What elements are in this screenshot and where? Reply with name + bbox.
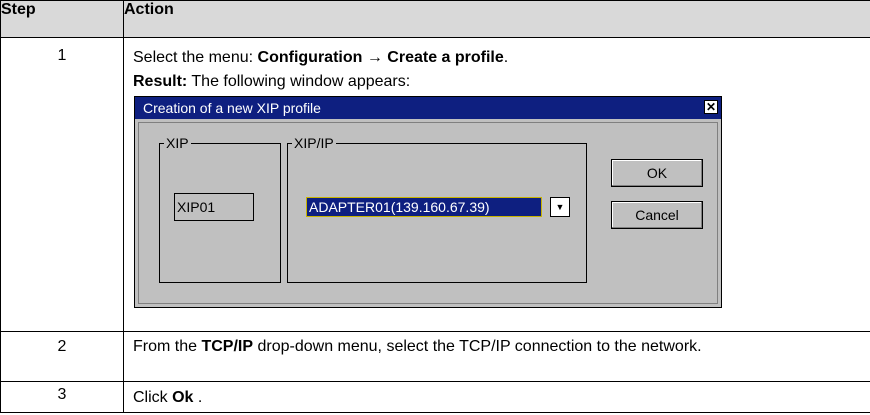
step-action: Select the menu: Configuration → Create … <box>123 37 870 332</box>
table-row: 2 From the TCP/IP drop-down menu, select… <box>0 331 870 382</box>
table-header-row: Step Action <box>0 0 870 38</box>
dialog-body: XIP XIP01 XIP/IP ADAPTER01(139.160.67.39… <box>138 122 718 304</box>
menu-configuration: Configuration <box>257 49 363 66</box>
menu-create-profile: Create a profile <box>387 49 504 66</box>
adapter-select[interactable]: ADAPTER01(139.160.67.39) <box>306 197 542 217</box>
step-number: 1 <box>0 37 124 332</box>
ok-button[interactable]: OK <box>611 159 703 187</box>
step-number: 3 <box>0 381 124 413</box>
instruction-line: Click Ok . <box>124 386 870 410</box>
profile-dialog: Creation of a new XIP profile ✕ XIP XIP0… <box>134 96 722 308</box>
table-row: 1 Select the menu: Configuration → Creat… <box>0 37 870 332</box>
dialog-titlebar: Creation of a new XIP profile ✕ <box>135 97 721 119</box>
menu-tcpip: TCP/IP <box>201 338 254 355</box>
instruction-suffix: drop-down menu, select the TCP/IP connec… <box>257 338 702 355</box>
chevron-down-icon[interactable]: ▼ <box>550 197 570 217</box>
instruction-prefix: Select the menu: <box>133 49 258 66</box>
instruction-prefix: Click <box>133 389 173 406</box>
group-xip: XIP XIP01 <box>159 135 281 283</box>
instruction-line: Select the menu: Configuration → Create … <box>124 46 870 70</box>
dialog-title: Creation of a new XIP profile <box>143 100 321 116</box>
result-label: Result: <box>133 73 188 90</box>
group-xip-legend: XIP <box>166 135 189 151</box>
header-step: Step <box>0 0 124 38</box>
step-action: Click Ok . <box>123 381 870 413</box>
table-row: 3 Click Ok . <box>0 381 870 413</box>
xip-field[interactable]: XIP01 <box>174 193 254 221</box>
group-xipip-legend: XIP/IP <box>294 135 334 151</box>
ok-reference: Ok <box>172 389 194 406</box>
instruction-suffix: . <box>503 49 509 66</box>
close-icon[interactable]: ✕ <box>704 100 718 114</box>
cancel-button[interactable]: Cancel <box>611 201 703 229</box>
result-line: Result: The following window appears: <box>124 70 870 94</box>
steps-table: Step Action 1 Select the menu: Configura… <box>0 0 870 413</box>
group-xipip: XIP/IP ADAPTER01(139.160.67.39) ▼ <box>287 135 587 283</box>
header-action: Action <box>123 0 870 38</box>
step-number: 2 <box>0 331 124 382</box>
instruction-line: From the TCP/IP drop-down menu, select t… <box>124 335 870 359</box>
instruction-suffix: . <box>193 389 203 406</box>
instruction-prefix: From the <box>133 338 202 355</box>
step-action: From the TCP/IP drop-down menu, select t… <box>123 331 870 382</box>
adapter-select-value: ADAPTER01(139.160.67.39) <box>309 199 490 215</box>
result-text: The following window appears: <box>187 73 411 90</box>
menu-arrow: → <box>362 49 388 66</box>
